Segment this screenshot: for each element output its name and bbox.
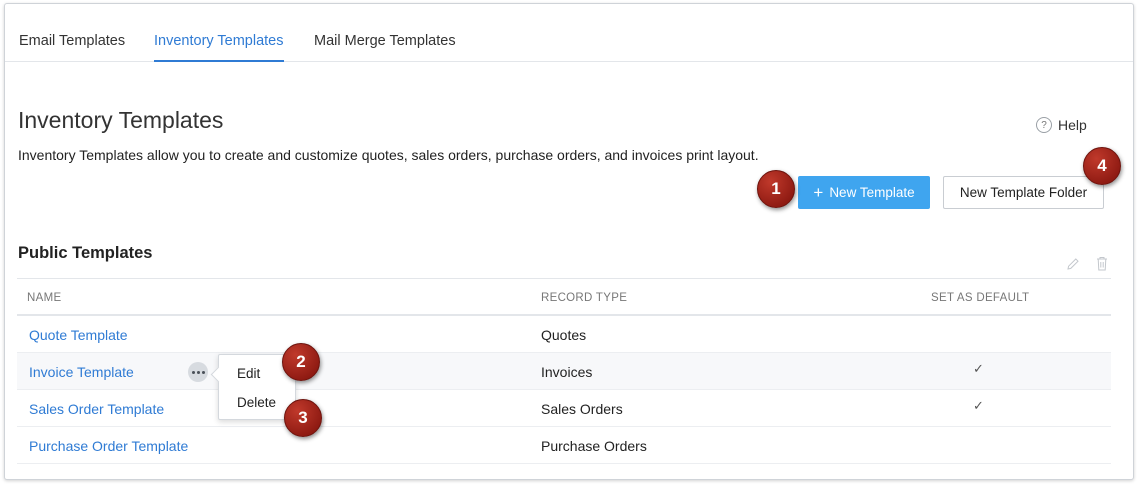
- template-name-link[interactable]: Quote Template: [29, 327, 128, 343]
- record-type-cell: Invoices: [541, 364, 593, 380]
- tab-mail-merge-templates[interactable]: Mail Merge Templates: [314, 33, 456, 49]
- plus-icon: +: [813, 183, 824, 202]
- tab-inventory-templates[interactable]: Inventory Templates: [154, 33, 284, 49]
- trash-icon[interactable]: [1095, 256, 1109, 271]
- page-title: Inventory Templates: [18, 107, 224, 133]
- help-label: Help: [1058, 117, 1087, 133]
- callout-badge-1: 1: [757, 170, 795, 208]
- help-circle-icon: ?: [1036, 117, 1052, 133]
- menu-item-delete[interactable]: Delete: [237, 395, 276, 410]
- column-header-set-as-default[interactable]: SET AS DEFAULT: [931, 292, 1029, 304]
- templates-panel: Email Templates Inventory Templates Mail…: [4, 3, 1134, 480]
- callout-badge-3: 3: [284, 399, 322, 437]
- more-horizontal-icon[interactable]: [188, 362, 208, 382]
- column-header-record-type[interactable]: RECORD TYPE: [541, 292, 627, 304]
- column-header-name[interactable]: NAME: [27, 292, 61, 304]
- record-type-cell: Sales Orders: [541, 401, 623, 417]
- template-name-link[interactable]: Invoice Template: [29, 364, 134, 380]
- new-template-label: New Template: [829, 185, 915, 200]
- new-template-button[interactable]: + New Template: [798, 176, 930, 209]
- template-name-link[interactable]: Sales Order Template: [29, 401, 164, 417]
- record-type-cell: Purchase Orders: [541, 438, 647, 454]
- tab-email-templates[interactable]: Email Templates: [19, 33, 125, 49]
- table-row[interactable]: Quote Template Quotes: [17, 316, 1111, 353]
- new-template-folder-button[interactable]: New Template Folder: [943, 176, 1104, 209]
- check-icon: ✓: [973, 361, 984, 376]
- table-row[interactable]: Sales Order Template Sales Orders ✓: [17, 390, 1111, 427]
- pencil-icon[interactable]: [1066, 257, 1080, 271]
- template-name-link[interactable]: Purchase Order Template: [29, 438, 188, 454]
- table-header: NAME RECORD TYPE SET AS DEFAULT: [17, 278, 1111, 316]
- active-tab-indicator: [154, 60, 284, 62]
- callout-badge-2: 2: [282, 343, 320, 381]
- section-title: Public Templates: [18, 244, 153, 262]
- table-row[interactable]: Purchase Order Template Purchase Orders: [17, 427, 1111, 464]
- record-type-cell: Quotes: [541, 327, 587, 343]
- table-row[interactable]: Invoice Template Invoices ✓: [17, 353, 1111, 390]
- page-description: Inventory Templates allow you to create …: [18, 147, 759, 163]
- template-tabs: Email Templates Inventory Templates Mail…: [5, 4, 1133, 62]
- menu-item-edit[interactable]: Edit: [237, 366, 260, 381]
- callout-badge-4: 4: [1083, 147, 1121, 185]
- help-link[interactable]: ? Help: [1036, 117, 1087, 133]
- templates-table: NAME RECORD TYPE SET AS DEFAULT Quote Te…: [17, 278, 1111, 464]
- check-icon: ✓: [973, 398, 984, 413]
